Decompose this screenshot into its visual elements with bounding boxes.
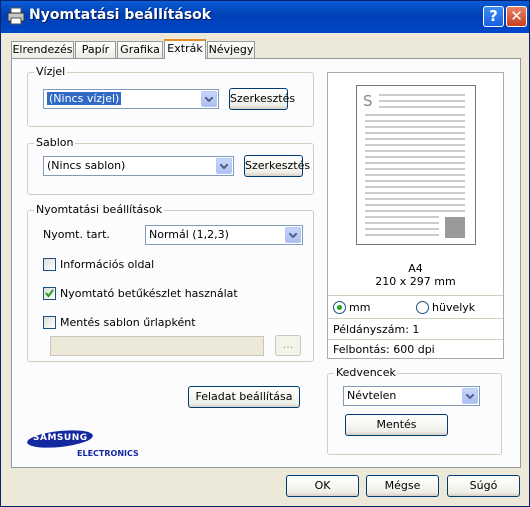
- overlay-select-value: (Nincs sablon): [47, 159, 126, 172]
- copies-readout: Példányszám: 1: [333, 323, 420, 336]
- favorites-group: Kedvencek Névtelen Mentés: [327, 366, 502, 455]
- extras-panel: Vízjel (Nincs vízjel) Szerkesztés Sablon…: [11, 58, 521, 468]
- unit-inch-label[interactable]: hüvelyk: [432, 301, 475, 314]
- preview-divider: [328, 339, 503, 340]
- chevron-down-icon: [462, 388, 478, 404]
- browse-button: ...: [275, 335, 301, 356]
- chevron-down-icon: [201, 91, 217, 107]
- watermark-legend: Vízjel: [34, 65, 68, 78]
- unit-inch-radio[interactable]: [416, 301, 429, 314]
- overlay-select[interactable]: (Nincs sablon): [43, 156, 234, 176]
- overlay-legend: Sablon: [34, 136, 76, 149]
- overlay-edit-button[interactable]: Szerkesztés: [244, 155, 310, 177]
- unit-mm-label[interactable]: mm: [349, 301, 370, 314]
- info-page-checkbox[interactable]: [43, 258, 56, 271]
- close-button[interactable]: ✕: [506, 6, 527, 27]
- print-order-select[interactable]: Normál (1,2,3): [145, 225, 303, 245]
- help-button[interactable]: Súgó: [447, 475, 520, 497]
- tab-extras[interactable]: Extrák: [164, 39, 206, 59]
- save-template-checkbox[interactable]: [43, 316, 56, 329]
- favorites-select-value: Névtelen: [347, 389, 397, 402]
- electronics-text: ELECTRONICS: [77, 449, 139, 458]
- text-lines-graphic: [365, 94, 465, 238]
- checkmark-icon: [45, 289, 54, 298]
- tab-paper[interactable]: Papír: [75, 41, 116, 58]
- paper-size: 210 x 297 mm: [375, 275, 456, 288]
- preview-divider: [328, 318, 503, 319]
- unit-mm-radio[interactable]: [333, 301, 346, 314]
- page-preview: S: [356, 85, 476, 245]
- preview-divider: [328, 295, 503, 296]
- printer-fonts-label[interactable]: Nyomtató betűkészlet használat: [60, 287, 238, 300]
- favorites-select[interactable]: Névtelen: [343, 386, 480, 406]
- output-options-group: Nyomtatási beállítások Nyomt. tart. Norm…: [27, 203, 314, 362]
- help-title-button[interactable]: ?: [483, 6, 504, 27]
- print-order-label: Nyomt. tart.: [43, 228, 110, 241]
- title-bar[interactable]: Nyomtatási beállítások ? ✕: [1, 1, 529, 33]
- template-name-field: [50, 336, 264, 356]
- output-options-legend: Nyomtatási beállítások: [34, 203, 165, 216]
- chevron-down-icon: [216, 158, 232, 174]
- window-title: Nyomtatási beállítások: [29, 7, 212, 23]
- samsung-logo: SAMSUNG ELECTRONICS: [26, 427, 139, 463]
- chevron-down-icon: [285, 227, 301, 243]
- resolution-readout: Felbontás: 600 dpi: [333, 343, 435, 356]
- watermark-edit-button[interactable]: Szerkesztés: [229, 88, 295, 110]
- printer-icon: [7, 7, 25, 25]
- print-order-value: Normál (1,2,3): [149, 228, 229, 241]
- watermark-group: Vízjel (Nincs vízjel) Szerkesztés: [27, 65, 314, 127]
- tab-graphics[interactable]: Grafika: [117, 41, 163, 58]
- watermark-select-value: (Nincs vízjel): [47, 92, 122, 105]
- favorites-save-button[interactable]: Mentés: [345, 414, 448, 436]
- print-preferences-window: Nyomtatási beállítások ? ✕ Elrendezés Pa…: [0, 0, 530, 507]
- watermark-select[interactable]: (Nincs vízjel): [43, 89, 219, 109]
- page-preview-panel: S A4 210 x 297 mm mm hüvelyk Példányszám…: [327, 72, 504, 359]
- info-page-label[interactable]: Információs oldal: [60, 258, 154, 271]
- job-options-button[interactable]: Feladat beállítása: [188, 386, 300, 408]
- paper-name: A4: [408, 262, 423, 275]
- tab-layout[interactable]: Elrendezés: [11, 41, 74, 58]
- favorites-legend: Kedvencek: [334, 366, 398, 379]
- tab-about[interactable]: Névjegy: [207, 41, 255, 58]
- ok-button[interactable]: OK: [286, 475, 359, 497]
- cancel-button[interactable]: Mégse: [366, 475, 439, 497]
- overlay-group: Sablon (Nincs sablon) Szerkesztés: [27, 136, 314, 195]
- printer-fonts-checkbox[interactable]: [43, 287, 56, 300]
- samsung-brand-text: SAMSUNG: [33, 433, 88, 443]
- save-template-label[interactable]: Mentés sablon űrlapként: [60, 316, 196, 329]
